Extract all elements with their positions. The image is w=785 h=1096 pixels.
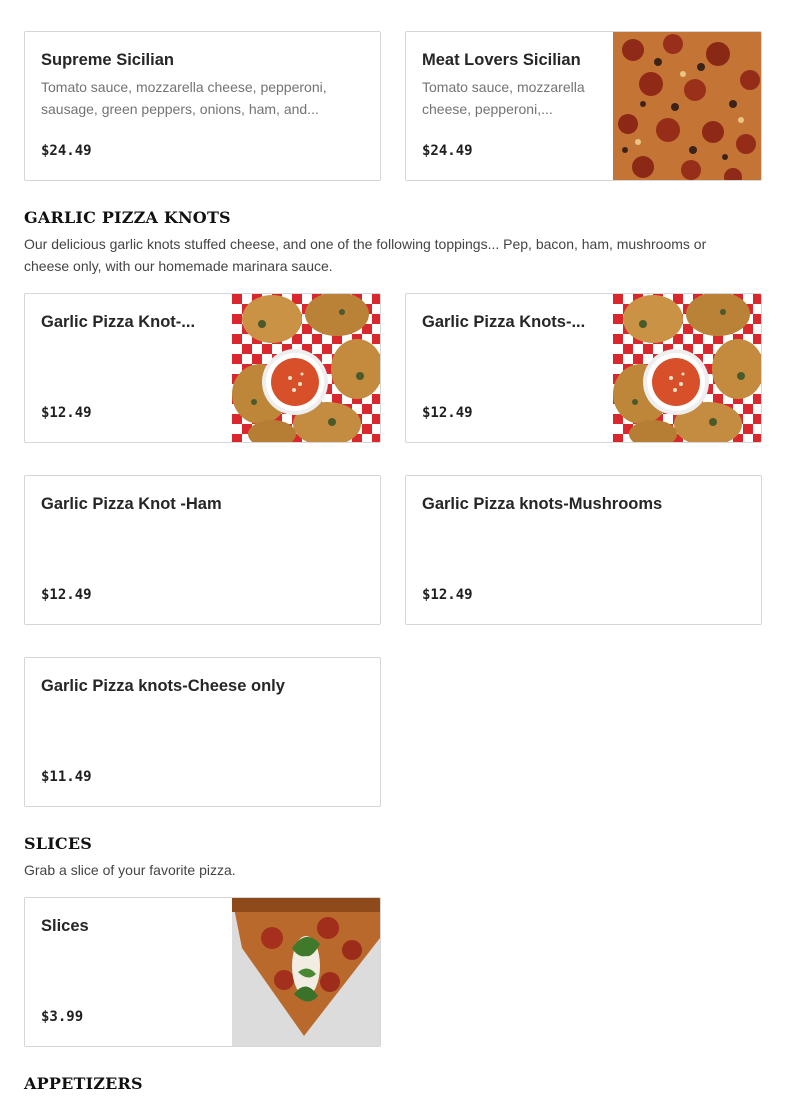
- menu-item-name: Supreme Sicilian: [41, 51, 174, 69]
- menu-item-description: Tomato sauce, mozzarella cheese, peppero…: [41, 79, 327, 117]
- menu-item-card[interactable]: Garlic Pizza Knot-... $12.49: [24, 293, 381, 443]
- menu-item-price: $12.49: [422, 587, 473, 603]
- menu-item-description: Tomato sauce, mozzarella cheese, peppero…: [422, 79, 585, 117]
- menu-item-price: $12.49: [41, 587, 92, 603]
- menu-item-price: $24.49: [422, 143, 473, 159]
- menu-item-name: Garlic Pizza knots-Mushrooms: [422, 495, 663, 513]
- menu-item-price: $3.99: [41, 1009, 84, 1025]
- menu-item-card[interactable]: Garlic Pizza Knots-... $12.49: [405, 293, 762, 443]
- menu-item-card[interactable]: Garlic Pizza Knot -Ham $12.49: [24, 475, 381, 625]
- menu-item-card[interactable]: Slices $3.99: [24, 897, 381, 1047]
- pizza-slice-photo: [232, 898, 380, 1046]
- menu-item-name: Garlic Pizza Knots-...: [422, 313, 586, 331]
- menu-item-name: Meat Lovers Sicilian: [422, 51, 581, 69]
- meat-lovers-pizza-photo: [613, 32, 761, 180]
- menu-item-card[interactable]: Garlic Pizza knots-Cheese only $11.49: [24, 657, 381, 807]
- menu-item-name: Slices: [41, 917, 89, 935]
- menu-item-card[interactable]: Garlic Pizza knots-Mushrooms $12.49: [405, 475, 762, 625]
- menu-item-card[interactable]: Meat Lovers Sicilian Tomato sauce, mozza…: [405, 31, 762, 181]
- menu-item-card[interactable]: Supreme Sicilian Tomato sauce, mozzarell…: [24, 31, 381, 181]
- section-title: GARLIC PIZZA KNOTS: [24, 208, 231, 227]
- menu-item-price: $11.49: [41, 769, 92, 785]
- menu-item-price: $12.49: [422, 405, 473, 421]
- menu-item-price: $24.49: [41, 143, 92, 159]
- section-description: Grab a slice of your favorite pizza.: [24, 862, 236, 878]
- section-title: APPETIZERS: [24, 1074, 143, 1093]
- menu-item-price: $12.49: [41, 405, 92, 421]
- menu-item-name: Garlic Pizza Knot -Ham: [41, 495, 222, 513]
- menu-item-name: Garlic Pizza Knot-...: [41, 313, 196, 331]
- garlic-knots-photo: [232, 294, 380, 442]
- section-title: SLICES: [24, 834, 92, 853]
- menu-item-name: Garlic Pizza knots-Cheese only: [41, 677, 285, 695]
- garlic-knots-photo: [613, 294, 761, 442]
- section-description: Our delicious garlic knots stuffed chees…: [24, 236, 707, 274]
